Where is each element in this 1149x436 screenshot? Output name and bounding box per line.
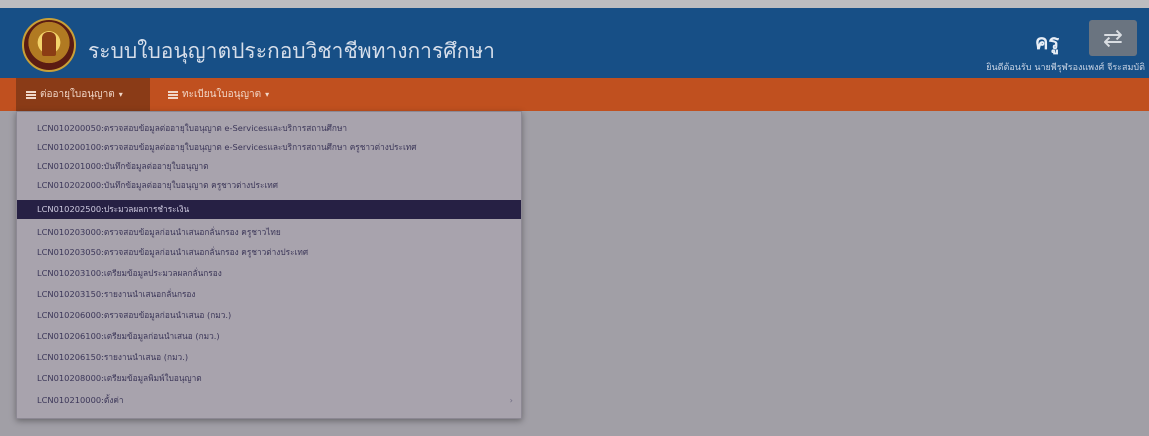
menu-item[interactable]: LCN010208000:เตรียมข้อมูลพิมพ์ใบอนุญาต bbox=[17, 369, 521, 388]
menu-item-label: LCN010210000:ตั้งค่า bbox=[37, 395, 124, 405]
logo-icon bbox=[22, 18, 76, 72]
switch-role-button[interactable]: ⇄ bbox=[1089, 20, 1137, 56]
role-label: ครู bbox=[1035, 30, 1060, 54]
nav-license-registry-label: ทะเบียนใบอนุญาต bbox=[182, 89, 262, 100]
caret-down-icon: ▾ bbox=[265, 90, 270, 99]
app-title: ระบบใบอนุญาตประกอบวิชาชีพทางการศึกษา bbox=[88, 39, 495, 63]
menu-item[interactable]: LCN010202000:บันทึกข้อมูลต่ออายุใบอนุญาต… bbox=[17, 176, 521, 195]
nav-license-registry[interactable]: ทะเบียนใบอนุญาต ▾ bbox=[158, 78, 288, 111]
swap-arrows-icon: ⇄ bbox=[1102, 24, 1124, 52]
menu-item-settings[interactable]: LCN010210000:ตั้งค่า › bbox=[17, 391, 521, 410]
nav-renewal[interactable]: ต่ออายุใบอนุญาต ▾ bbox=[16, 78, 150, 111]
caret-down-icon: ▾ bbox=[118, 90, 123, 99]
welcome-text: ยินดีต้อนรับ นายพีรุฬรองแพงศ์ จีระสมบัติ bbox=[986, 63, 1145, 73]
list-icon bbox=[168, 90, 178, 99]
submenu-arrow-icon: › bbox=[509, 395, 513, 405]
menu-item[interactable]: LCN010203100:เตรียมข้อมูลประมวลผลกลั่นกร… bbox=[17, 264, 521, 283]
menu-item[interactable]: LCN010203150:รายงานนำเสนอกลั่นกรอง bbox=[17, 285, 521, 304]
menu-item[interactable]: LCN010206000:ตรวจสอบข้อมูลก่อนนำเสนอ (กม… bbox=[17, 306, 521, 325]
main-navbar: ต่ออายุใบอนุญาต ▾ ทะเบียนใบอนุญาต ▾ bbox=[0, 78, 1149, 111]
menu-item[interactable]: LCN010206150:รายงานนำเสนอ (กมว.) bbox=[17, 348, 521, 367]
menu-item[interactable]: LCN010201000:บันทึกข้อมูลต่ออายุใบอนุญาต bbox=[17, 157, 521, 176]
list-icon bbox=[26, 90, 36, 99]
app-header: ระบบใบอนุญาตประกอบวิชาชีพทางการศึกษา ครู… bbox=[0, 8, 1149, 78]
menu-item[interactable]: LCN010203050:ตรวจสอบข้อมูลก่อนนำเสนอกลั่… bbox=[17, 243, 521, 262]
menu-item[interactable]: LCN010206100:เตรียมข้อมูลก่อนนำเสนอ (กมว… bbox=[17, 327, 521, 346]
menu-item-selected[interactable]: LCN010202500:ประมวลผลการชำระเงิน bbox=[17, 200, 521, 219]
top-gap bbox=[0, 0, 1149, 8]
renewal-dropdown-menu: LCN010200050:ตรวจสอบข้อมูลต่ออายุใบอนุญา… bbox=[16, 111, 522, 419]
nav-renewal-label: ต่ออายุใบอนุญาต bbox=[40, 89, 115, 100]
menu-item[interactable]: LCN010200100:ตรวจสอบข้อมูลต่ออายุใบอนุญา… bbox=[17, 138, 521, 157]
menu-item[interactable]: LCN010200050:ตรวจสอบข้อมูลต่ออายุใบอนุญา… bbox=[17, 119, 521, 138]
menu-item[interactable]: LCN010203000:ตรวจสอบข้อมูลก่อนนำเสนอกลั่… bbox=[17, 223, 521, 242]
